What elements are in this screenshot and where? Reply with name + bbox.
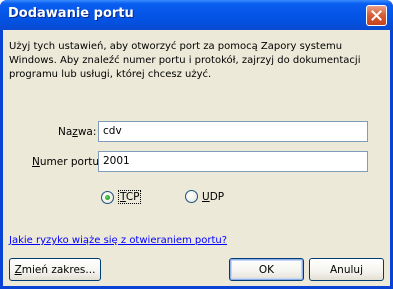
change-scope-label: Zmień zakres... xyxy=(14,263,96,276)
description-text: Użyj tych ustawień, aby otworzyć port za… xyxy=(9,41,361,80)
tcp-radio-label[interactable]: TCP xyxy=(118,190,142,204)
udp-radio-label[interactable]: UDP xyxy=(202,191,224,203)
dialog-body: Użyj tych ustawień, aby otworzyć port za… xyxy=(3,30,390,286)
dialog-window: Dodawanie portu Użyj tych ustawień, aby … xyxy=(0,0,393,289)
ok-button[interactable]: OK xyxy=(229,258,304,281)
close-button[interactable] xyxy=(366,5,387,26)
port-number-field[interactable]: 2001 xyxy=(98,151,368,172)
title-bar[interactable]: Dodawanie portu xyxy=(0,0,393,30)
tcp-radio-circle[interactable] xyxy=(101,190,114,204)
port-number-label: Numer portu: xyxy=(32,156,103,168)
cancel-label: Anuluj xyxy=(330,263,363,276)
name-label: Nazwa: xyxy=(58,126,97,138)
udp-radio-circle[interactable] xyxy=(185,190,198,203)
change-scope-button[interactable]: Zmień zakres... xyxy=(9,258,101,281)
port-risk-link[interactable]: Jakie ryzyko wiąże się z otwieraniem por… xyxy=(9,235,227,246)
name-field[interactable]: cdv xyxy=(98,121,368,142)
window-title: Dodawanie portu xyxy=(8,6,134,21)
udp-radio[interactable]: UDP xyxy=(185,190,224,203)
ok-label: OK xyxy=(258,263,275,276)
close-icon xyxy=(371,10,382,21)
radio-selected-dot xyxy=(105,194,110,200)
cancel-button[interactable]: Anuluj xyxy=(309,258,384,281)
tcp-radio[interactable]: TCP xyxy=(101,190,142,204)
